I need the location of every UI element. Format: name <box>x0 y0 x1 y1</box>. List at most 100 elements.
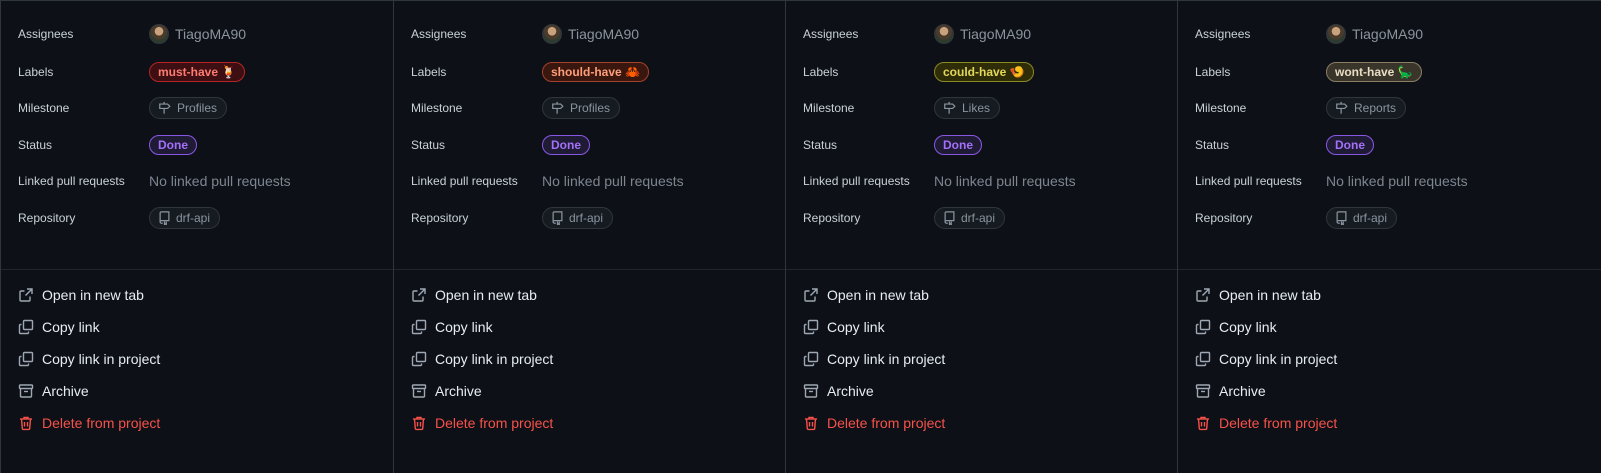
avatar <box>149 24 169 44</box>
assignee-name[interactable]: TiagoMA90 <box>960 26 1031 42</box>
divider <box>1178 269 1601 270</box>
assignee-name[interactable]: TiagoMA90 <box>568 26 639 42</box>
assignees-label: Assignees <box>18 27 74 41</box>
milestone-value: Profiles <box>177 101 218 115</box>
assignee-value[interactable]: TiagoMA90 <box>542 24 639 44</box>
milestone-value: Profiles <box>570 101 611 115</box>
milestone-pill[interactable]: Likes <box>934 97 1001 119</box>
copy-link-button[interactable]: Copy link <box>411 311 785 343</box>
milestone-label: Milestone <box>411 101 463 115</box>
labels-label: Labels <box>803 65 839 79</box>
archive-button[interactable]: Archive <box>18 375 393 407</box>
assignees-row: Assignees TiagoMA90 <box>411 19 785 49</box>
copy-link-in-project-button[interactable]: Copy link in project <box>1195 343 1601 375</box>
status-badge[interactable]: Done <box>149 135 197 155</box>
copy-link-in-project-button[interactable]: Copy link in project <box>411 343 785 375</box>
trash-icon <box>805 416 817 431</box>
labels-row: Labels wont-have 🦕 <box>1195 57 1601 87</box>
open-in-new-tab-button[interactable]: Open in new tab <box>1195 279 1601 311</box>
milestone-pill[interactable]: Reports <box>1326 97 1407 119</box>
field-list: Assignees TiagoMA90 Labels wont-have 🦕 M… <box>1195 1 1601 269</box>
milestone-value: Likes <box>962 101 991 115</box>
repository-pill[interactable]: drf-api <box>542 207 614 229</box>
milestone-label: Milestone <box>803 101 855 115</box>
field-list: Assignees TiagoMA90 Labels should-have 🦀… <box>411 1 785 269</box>
archive-button[interactable]: Archive <box>1195 375 1601 407</box>
repository-pill[interactable]: drf-api <box>149 207 221 229</box>
open-in-new-tab-label: Open in new tab <box>827 287 929 303</box>
copy-link-in-project-button[interactable]: Copy link in project <box>803 343 1177 375</box>
milestone-pill[interactable]: Profiles <box>542 97 621 119</box>
copy-icon <box>411 319 427 335</box>
status-badge[interactable]: Done <box>542 135 590 155</box>
linked-prs-label: Linked pull requests <box>18 174 125 188</box>
repository-value: drf-api <box>1353 211 1388 225</box>
repo-icon <box>552 211 563 225</box>
delete-from-project-button[interactable]: Delete from project <box>18 407 393 439</box>
archive-label: Archive <box>435 383 482 399</box>
status-badge[interactable]: Done <box>1326 135 1374 155</box>
status-row: Status Done <box>411 130 785 160</box>
assignee-value[interactable]: TiagoMA90 <box>934 24 1031 44</box>
copy-link-button[interactable]: Copy link <box>1195 311 1601 343</box>
copy-link-in-project-label: Copy link in project <box>435 351 554 367</box>
label-badge[interactable]: could-have 🍤 <box>934 62 1034 82</box>
milestone-label: Milestone <box>18 101 70 115</box>
milestone-row: Milestone Likes <box>803 93 1177 123</box>
repository-row: Repository drf-api <box>18 203 393 233</box>
assignee-name[interactable]: TiagoMA90 <box>1352 26 1423 42</box>
repository-label: Repository <box>1195 211 1253 225</box>
copy-icon <box>411 351 427 367</box>
assignee-value[interactable]: TiagoMA90 <box>149 24 246 44</box>
assignees-label: Assignees <box>411 27 467 41</box>
repository-pill[interactable]: drf-api <box>934 207 1006 229</box>
divider <box>394 269 785 270</box>
linked-prs-value: No linked pull requests <box>1326 173 1468 189</box>
copy-link-label: Copy link <box>42 319 100 335</box>
action-menu: Open in new tab Copy link Copy link in p… <box>18 279 393 439</box>
archive-icon <box>803 384 819 398</box>
archive-button[interactable]: Archive <box>803 375 1177 407</box>
open-in-new-tab-button[interactable]: Open in new tab <box>18 279 393 311</box>
repository-pill[interactable]: drf-api <box>1326 207 1398 229</box>
archive-icon <box>411 384 427 398</box>
delete-from-project-button[interactable]: Delete from project <box>1195 407 1601 439</box>
divider <box>786 269 1177 270</box>
assignee-value[interactable]: TiagoMA90 <box>1326 24 1423 44</box>
copy-link-button[interactable]: Copy link <box>803 311 1177 343</box>
linked-prs-label: Linked pull requests <box>411 174 518 188</box>
copy-link-in-project-label: Copy link in project <box>827 351 946 367</box>
repository-label: Repository <box>411 211 469 225</box>
label-badge[interactable]: wont-have 🦕 <box>1326 62 1422 82</box>
delete-from-project-button[interactable]: Delete from project <box>803 407 1177 439</box>
linked-prs-label: Linked pull requests <box>1195 174 1302 188</box>
status-row: Status Done <box>18 130 393 160</box>
copy-icon <box>1195 351 1211 367</box>
copy-link-in-project-button[interactable]: Copy link in project <box>18 343 393 375</box>
milestone-pill[interactable]: Profiles <box>149 97 228 119</box>
status-row: Status Done <box>803 130 1177 160</box>
copy-link-button[interactable]: Copy link <box>18 311 393 343</box>
copy-link-label: Copy link <box>435 319 493 335</box>
copy-link-in-project-label: Copy link in project <box>1219 351 1338 367</box>
label-badge[interactable]: should-have 🦀 <box>542 62 649 82</box>
repository-row: Repository drf-api <box>411 203 785 233</box>
archive-label: Archive <box>827 383 874 399</box>
repo-icon <box>944 211 955 225</box>
status-label: Status <box>411 138 446 152</box>
labels-label: Labels <box>18 65 54 79</box>
delete-from-project-button[interactable]: Delete from project <box>411 407 785 439</box>
archive-button[interactable]: Archive <box>411 375 785 407</box>
avatar <box>934 24 954 44</box>
avatar <box>1326 24 1346 44</box>
status-badge[interactable]: Done <box>934 135 982 155</box>
open-in-new-tab-button[interactable]: Open in new tab <box>411 279 785 311</box>
assignees-label: Assignees <box>1195 27 1251 41</box>
label-badge[interactable]: must-have 🍹 <box>149 62 246 82</box>
linked-prs-label: Linked pull requests <box>803 174 910 188</box>
assignee-name[interactable]: TiagoMA90 <box>175 26 246 42</box>
copy-link-label: Copy link <box>1219 319 1277 335</box>
open-in-new-tab-button[interactable]: Open in new tab <box>803 279 1177 311</box>
milestone-icon <box>944 101 956 114</box>
assignees-row: Assignees TiagoMA90 <box>18 19 393 49</box>
